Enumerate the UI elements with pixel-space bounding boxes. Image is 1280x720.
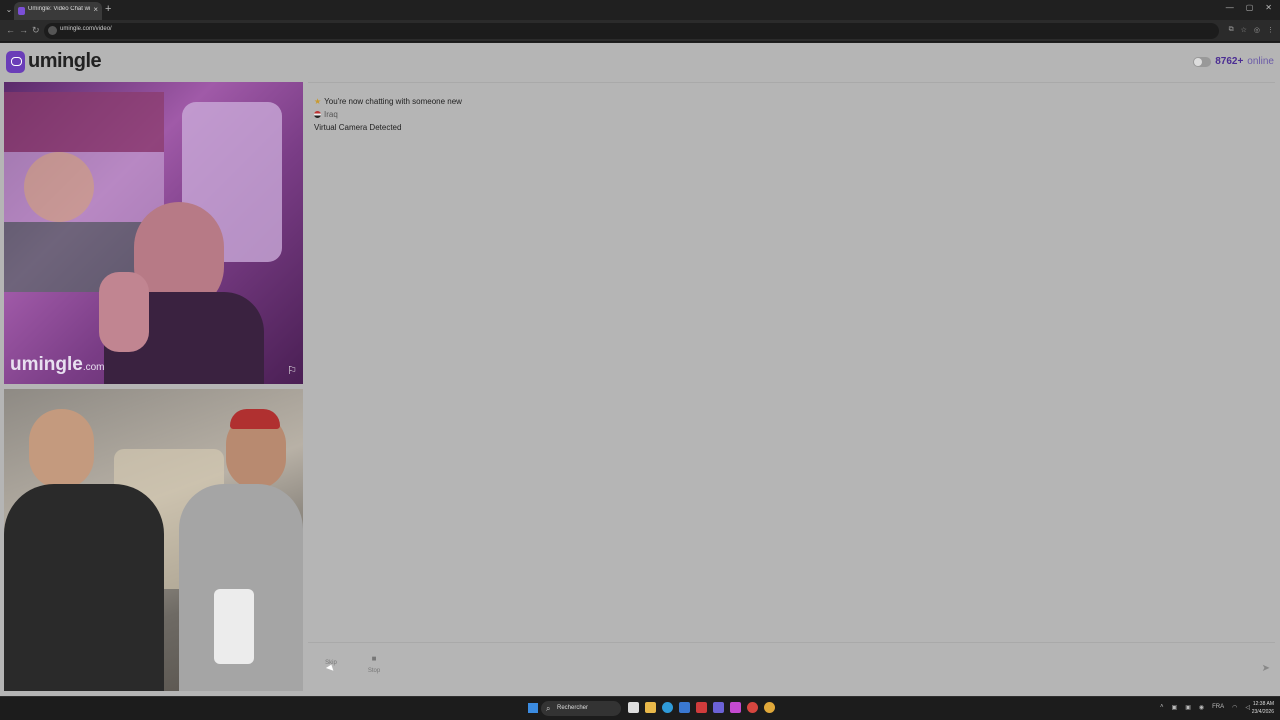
bookmark-star-icon[interactable]: ☆ (1241, 26, 1247, 34)
online-indicator: 8762+ online (1193, 56, 1274, 67)
browser-tab-bar: ⌄ Umingle: Video Chat with S × + — ▢ ✕ (0, 0, 1280, 20)
chat-message: Virtual Camera Detected (314, 123, 401, 132)
site-logo[interactable]: umingle (6, 50, 102, 73)
tab-close-icon[interactable]: × (93, 5, 98, 14)
close-window-button[interactable]: ✕ (1265, 3, 1272, 12)
tray-language[interactable]: FRA (1212, 704, 1224, 711)
minimize-button[interactable]: — (1226, 3, 1234, 12)
date: 23/4/2026 (1251, 709, 1274, 715)
message-text: You're now chatting with someone new (324, 97, 462, 106)
stop-icon: ■ (371, 654, 377, 663)
profile-icon[interactable]: ◎ (1254, 26, 1260, 34)
theme-toggle[interactable] (1193, 56, 1212, 67)
app-icon[interactable] (747, 702, 758, 713)
task-view-icon[interactable] (628, 702, 639, 713)
chat-bubble-logo-icon (6, 50, 25, 73)
stop-button[interactable]: ■ Stop (361, 648, 387, 678)
system-tray: ˄ ▣ ▣ ◉ FRA ◠ ◁ (1160, 704, 1250, 711)
translate-icon[interactable]: ⧉ (1229, 26, 1234, 34)
flag-sun (24, 152, 94, 222)
star-icon: ★ (314, 97, 322, 106)
report-flag-icon[interactable]: ⚐ (287, 364, 297, 377)
url-text: umingle.com/video/ (60, 26, 112, 32)
chrome-icon[interactable] (764, 702, 775, 713)
tray-app-icon[interactable]: ▣ (1172, 704, 1178, 711)
brand-name: umingle (28, 50, 102, 72)
back-icon[interactable]: ← (6, 25, 15, 35)
time: 12:38 AM (1252, 701, 1274, 707)
tray-app-icon[interactable]: ◉ (1199, 704, 1204, 711)
person-left-body (4, 484, 164, 691)
taskbar: Rechercher ˄ ▣ ▣ ◉ FRA ◠ ◁ 12:38 AM 23/4… (0, 696, 1280, 720)
app-icon[interactable] (730, 702, 741, 713)
start-icon[interactable] (528, 703, 538, 713)
address-bar-row: ← → ↻ umingle.com/video/ ⧉ ☆ ◎ ⋮ (0, 20, 1280, 42)
taskbar-apps (628, 702, 775, 713)
page: umingle 8762+ online umingle.com ⚐ ★ You… (0, 43, 1280, 696)
maximize-button[interactable]: ▢ (1246, 3, 1254, 12)
iraq-flag-icon (314, 111, 321, 118)
send-icon[interactable]: ➤ (1262, 663, 1270, 674)
country-text: Iraq (324, 110, 338, 119)
wifi-icon[interactable]: ◠ (1232, 704, 1237, 711)
chat-message: ★ You're now chatting with someone new (314, 97, 462, 106)
skip-button[interactable]: Skip (318, 648, 344, 678)
forward-icon[interactable]: → (19, 25, 28, 35)
chat-input[interactable] (395, 650, 1255, 676)
local-video (4, 389, 303, 691)
message-text: Virtual Camera Detected (314, 123, 402, 132)
toolbar-icons: ⧉ ☆ ◎ ⋮ (1229, 26, 1274, 34)
volume-icon[interactable]: ◁ (1245, 704, 1250, 711)
edge-icon[interactable] (662, 702, 673, 713)
paper-cup (214, 589, 254, 664)
taskbar-search[interactable]: Rechercher (541, 701, 621, 716)
browser-menu-icon[interactable]: ⋮ (1267, 26, 1274, 34)
online-label: online (1247, 56, 1274, 67)
remote-video: umingle.com ⚐ (4, 82, 303, 384)
chat-message: Iraq (314, 110, 338, 119)
app-icon[interactable] (696, 702, 707, 713)
site-info-icon[interactable] (48, 26, 57, 35)
umingle-favicon-icon (18, 7, 25, 15)
tray-chevron-icon[interactable]: ˄ (1160, 704, 1164, 711)
chat-panel: ★ You're now chatting with someone new I… (308, 82, 1275, 643)
window-controls: — ▢ ✕ (1226, 3, 1272, 12)
app-icon[interactable] (713, 702, 724, 713)
reload-icon[interactable]: ↻ (32, 25, 40, 36)
stop-label: Stop (367, 668, 381, 674)
flag-red-stripe (4, 92, 164, 152)
new-tab-button[interactable]: + (105, 3, 111, 15)
app-icon[interactable] (679, 702, 690, 713)
file-explorer-icon[interactable] (645, 702, 656, 713)
tab-title: Umingle: Video Chat with S (28, 6, 90, 12)
person-left-head (29, 409, 94, 489)
browser-tab[interactable]: Umingle: Video Chat with S × (14, 2, 102, 20)
red-cap (230, 409, 280, 429)
online-count: 8762+ (1215, 56, 1244, 67)
clock[interactable]: 12:38 AM 23/4/2026 (1252, 700, 1274, 716)
tray-app-icon[interactable]: ▣ (1185, 704, 1191, 711)
hand (99, 272, 149, 352)
url-field[interactable]: umingle.com/video/ (44, 23, 1219, 39)
umingle-watermark: umingle.com (10, 354, 105, 375)
